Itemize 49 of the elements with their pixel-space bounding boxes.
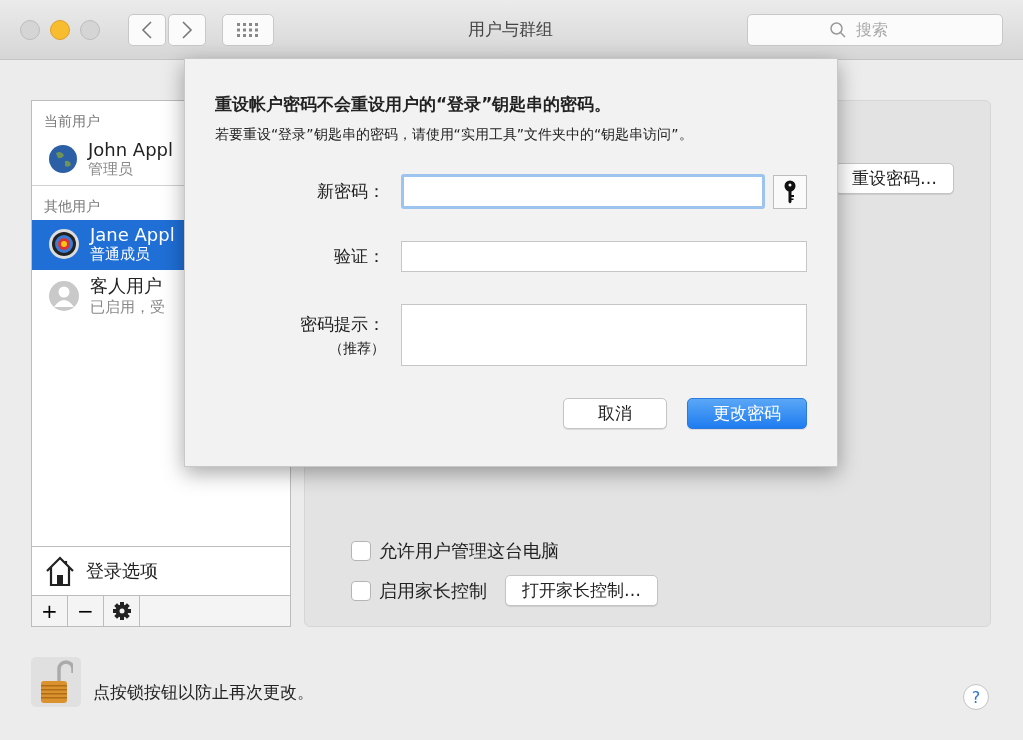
sheet-message: 若要重设“登录”钥匙串的密码，请使用“实用工具”文件夹中的“钥匙串访问”。: [215, 126, 694, 144]
field-label: 验证：: [334, 245, 385, 268]
hint-field[interactable]: [401, 304, 807, 366]
user-role: 已启用，受: [90, 298, 165, 317]
open-parental-controls-button[interactable]: 打开家长控制…: [505, 575, 658, 606]
checkbox-label: 允许用户管理这台电脑: [379, 539, 559, 563]
close-icon[interactable]: [20, 19, 40, 40]
checkbox-label: 启用家长控制: [379, 578, 487, 603]
user-role: 管理员: [88, 160, 134, 179]
minimize-icon[interactable]: [50, 19, 70, 40]
checkbox[interactable]: [351, 580, 371, 601]
person-icon: [48, 279, 80, 312]
key-icon: [783, 179, 797, 204]
chevron-right-icon: [181, 19, 193, 40]
search-field[interactable]: 搜索: [747, 13, 1003, 46]
login-options-label[interactable]: 登录选项: [86, 559, 158, 583]
user-name: 客人用户: [90, 274, 163, 298]
user-role: 普通成员: [90, 245, 151, 264]
lock-message: 点按锁按钮以防止再次更改。: [93, 680, 314, 704]
forward-button[interactable]: [168, 13, 206, 46]
cancel-button[interactable]: 取消: [563, 398, 667, 429]
search-icon: [829, 20, 847, 39]
window-title: 用户与群组: [467, 18, 554, 41]
gear-icon: [111, 601, 132, 621]
toolbar-button[interactable]: −: [68, 596, 104, 626]
section-header: 其他用户: [44, 198, 100, 216]
checkbox[interactable]: [351, 541, 371, 561]
field-sublabel: （推荐）: [329, 339, 385, 358]
help-button[interactable]: ?: [963, 684, 989, 710]
house-icon: [44, 555, 76, 587]
back-button[interactable]: [128, 13, 166, 46]
field-label: 密码提示：: [300, 312, 385, 336]
zoom-icon[interactable]: [80, 19, 100, 40]
globe-icon: [48, 144, 78, 174]
field-label: 新密码：: [317, 180, 385, 203]
grid-icon: [237, 22, 259, 37]
user-name: John Appl: [88, 139, 174, 160]
chevron-left-icon: [141, 19, 153, 40]
key-button[interactable]: [773, 174, 807, 209]
target-icon: [48, 228, 80, 260]
password-field[interactable]: [401, 174, 765, 209]
grid-button[interactable]: [222, 13, 274, 46]
toolbar-button[interactable]: +: [32, 596, 68, 626]
lock-button[interactable]: [31, 657, 81, 707]
reset-password-button[interactable]: 重设密码…: [835, 163, 954, 194]
password-field[interactable]: [401, 241, 807, 272]
sheet-title: 重设帐户密码不会重设用户的“登录”钥匙串的密码。: [215, 93, 613, 116]
section-header: 当前用户: [44, 113, 100, 131]
user-name: Jane Appl: [90, 224, 175, 245]
